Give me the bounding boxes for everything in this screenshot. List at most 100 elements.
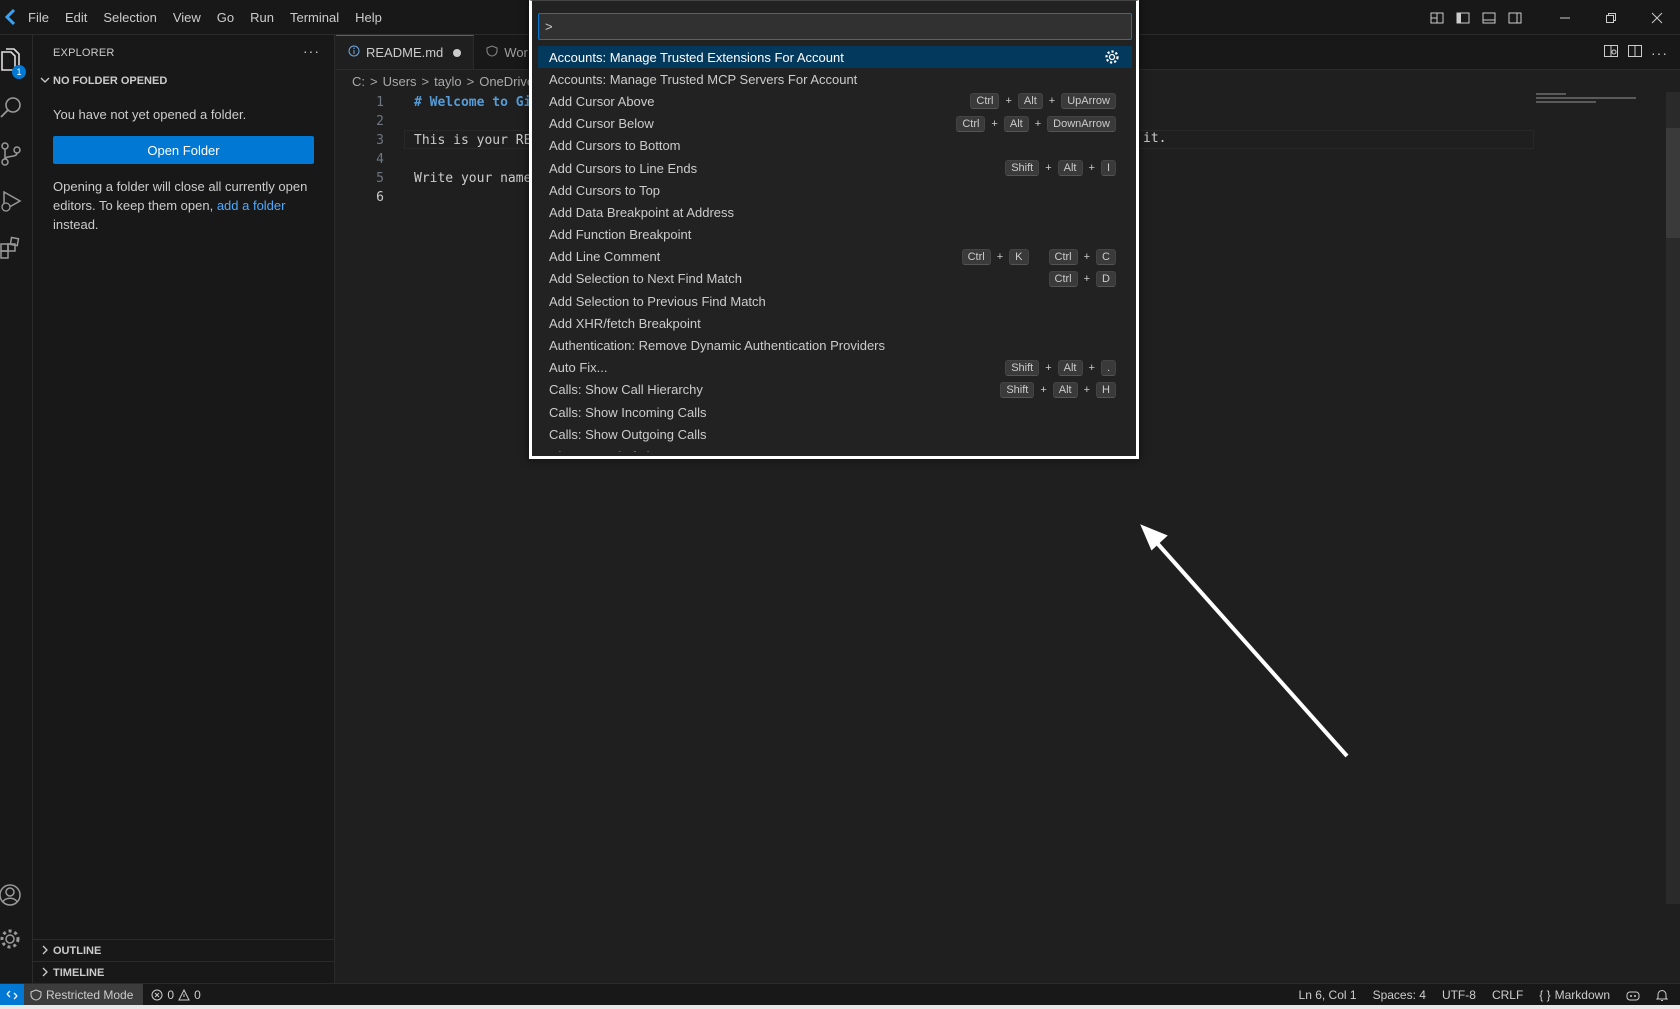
- add-folder-link[interactable]: add a folder: [217, 198, 286, 213]
- command-item[interactable]: Add Cursors to Top: [538, 179, 1132, 201]
- extensions-icon[interactable]: [0, 226, 33, 270]
- key-plus: +: [1040, 383, 1047, 396]
- key-plus: +: [1048, 95, 1056, 108]
- cursor-position[interactable]: Ln 6, Col 1: [1291, 988, 1365, 1002]
- command-item[interactable]: Accounts: Manage Trusted Extensions For …: [538, 46, 1132, 69]
- command-item[interactable]: Add Selection to Next Find Match Ctrl + D: [538, 268, 1132, 290]
- command-item[interactable]: Calls: Show Incoming Calls: [538, 401, 1132, 423]
- command-item[interactable]: Add Function Breakpoint: [538, 224, 1132, 246]
- line-number: 6: [376, 190, 384, 205]
- close-icon[interactable]: [1634, 0, 1680, 35]
- restore-icon[interactable]: [1588, 0, 1634, 35]
- open-preview-icon[interactable]: [1603, 43, 1619, 62]
- open-folder-button[interactable]: Open Folder: [53, 136, 314, 164]
- sidebar-more-actions-icon[interactable]: ···: [303, 43, 320, 59]
- command-item[interactable]: Calls: Show Call Hierarchy Shift + Alt + H: [538, 379, 1132, 401]
- menu-item-file[interactable]: File: [20, 0, 57, 35]
- customize-layout-icon[interactable]: [1424, 0, 1450, 35]
- command-item[interactable]: Add Cursors to Line Ends Shift + Alt + I: [538, 157, 1132, 179]
- command-label: Add Cursors to Bottom: [549, 138, 681, 154]
- indentation[interactable]: Spaces: 4: [1365, 988, 1434, 1002]
- line-text: # Welcome to Git: [414, 95, 540, 110]
- command-item[interactable]: Add Data Breakpoint at Address: [538, 201, 1132, 223]
- line-text: Write your name: [414, 171, 540, 186]
- vscode-logo-icon: [0, 0, 20, 35]
- command-item[interactable]: Add Cursors to Bottom: [538, 135, 1132, 157]
- command-item[interactable]: Add Cursor Below Ctrl + Alt + DownArrow: [538, 113, 1132, 135]
- line-number: 2: [376, 114, 384, 129]
- run-debug-icon[interactable]: [0, 179, 33, 223]
- error-count: 0: [167, 987, 175, 1002]
- outline-label: OUTLINE: [53, 945, 102, 957]
- command-item[interactable]: Add XHR/fetch Breakpoint: [538, 312, 1132, 334]
- keybinding: Ctrl + D: [1048, 270, 1116, 287]
- command-item[interactable]: Auto Fix... Shift + Alt +.: [538, 357, 1132, 379]
- menu-item-selection[interactable]: Selection: [95, 0, 164, 35]
- toggle-primary-sidebar-icon[interactable]: [1450, 0, 1476, 35]
- key-plus: +: [1045, 361, 1052, 374]
- breadcrumb-item[interactable]: Users: [383, 74, 417, 89]
- minimize-icon[interactable]: [1542, 0, 1588, 35]
- warning-icon: [178, 988, 190, 1000]
- command-item[interactable]: Accounts: Manage Trusted MCP Servers For…: [538, 68, 1132, 90]
- tab-readme[interactable]: README.md: [336, 35, 475, 69]
- source-control-icon[interactable]: [0, 132, 33, 176]
- key-plus: +: [1083, 383, 1091, 396]
- menu-item-run[interactable]: Run: [242, 0, 282, 35]
- key-cap: .: [1100, 359, 1116, 376]
- menu-item-edit[interactable]: Edit: [57, 0, 95, 35]
- command-palette-input[interactable]: [538, 13, 1132, 40]
- command-item[interactable]: Add Line Comment Ctrl + K Ctrl + C: [538, 246, 1132, 268]
- split-editor-icon[interactable]: [1627, 43, 1643, 62]
- keybinding: Ctrl + Alt + UpArrow: [970, 93, 1116, 110]
- command-label: Add Data Breakpoint at Address: [549, 204, 735, 220]
- command-item[interactable]: Add Cursor Above Ctrl + Alt + UpArrow: [538, 90, 1132, 112]
- search-icon[interactable]: [0, 85, 33, 129]
- menu-bar: File Edit Selection View Go Run Terminal Help: [20, 0, 390, 35]
- breadcrumb-item[interactable]: taylo: [434, 74, 461, 89]
- taskbar-edge: [0, 1005, 1680, 1009]
- menu-item-terminal[interactable]: Terminal: [282, 0, 347, 35]
- language-mode[interactable]: { } Markdown: [1531, 988, 1618, 1002]
- breadcrumb-item[interactable]: OneDrive: [479, 74, 534, 89]
- command-item[interactable]: Authentication: Remove Dynamic Authentic…: [538, 334, 1132, 356]
- remote-indicator-icon[interactable]: [0, 983, 24, 1006]
- command-item[interactable]: Change End of Line Sequence: [538, 445, 1132, 452]
- key-cap: Alt: [1057, 159, 1083, 176]
- toggle-panel-icon[interactable]: [1476, 0, 1502, 35]
- menu-item-go[interactable]: Go: [209, 0, 242, 35]
- breadcrumb-item[interactable]: C:: [352, 74, 365, 89]
- copilot-icon[interactable]: [1618, 989, 1648, 1001]
- menu-item-view[interactable]: View: [165, 0, 209, 35]
- unsaved-dot-icon[interactable]: [453, 48, 462, 57]
- vertical-scrollbar[interactable]: [1666, 92, 1680, 904]
- open-folder-note: Opening a folder will close all currentl…: [33, 164, 334, 234]
- restricted-mode-indicator[interactable]: Restricted Mode: [24, 983, 144, 1006]
- status-bar: Restricted Mode 0 0 Ln 6, Col 1 Spaces: …: [0, 983, 1680, 1006]
- error-icon: [151, 989, 163, 1000]
- manage-gear-icon[interactable]: [0, 917, 33, 961]
- key-cap: K: [1009, 248, 1029, 265]
- encoding[interactable]: UTF-8: [1434, 988, 1484, 1002]
- sidebar-title: EXPLORER: [53, 46, 115, 59]
- command-label: Add Cursors to Line Ends: [549, 160, 698, 176]
- line-number: 3: [376, 133, 384, 148]
- scrollbar-thumb[interactable]: [1666, 128, 1680, 238]
- configure-keybinding-gear-icon[interactable]: [1104, 49, 1120, 68]
- no-folder-section-header[interactable]: NO FOLDER OPENED: [33, 70, 334, 92]
- timeline-section[interactable]: TIMELINE: [33, 961, 335, 984]
- problems-indicator[interactable]: 0 0: [143, 988, 208, 1002]
- explorer-icon[interactable]: 1: [0, 39, 33, 83]
- outline-section[interactable]: OUTLINE: [33, 939, 335, 962]
- status-right: Ln 6, Col 1 Spaces: 4 UTF-8 CRLF { } Mar…: [1291, 984, 1680, 1006]
- command-item[interactable]: Add Selection to Previous Find Match: [538, 290, 1132, 312]
- minimap[interactable]: [1536, 93, 1646, 105]
- end-of-line[interactable]: CRLF: [1484, 988, 1531, 1002]
- menu-item-help[interactable]: Help: [347, 0, 390, 35]
- key-plus: +: [996, 250, 1004, 263]
- toggle-secondary-sidebar-icon[interactable]: [1502, 0, 1528, 35]
- command-item[interactable]: Calls: Show Outgoing Calls: [538, 423, 1132, 445]
- more-actions-icon[interactable]: ···: [1651, 45, 1668, 61]
- accounts-icon[interactable]: [0, 873, 33, 917]
- notifications-bell-icon[interactable]: [1648, 989, 1680, 1002]
